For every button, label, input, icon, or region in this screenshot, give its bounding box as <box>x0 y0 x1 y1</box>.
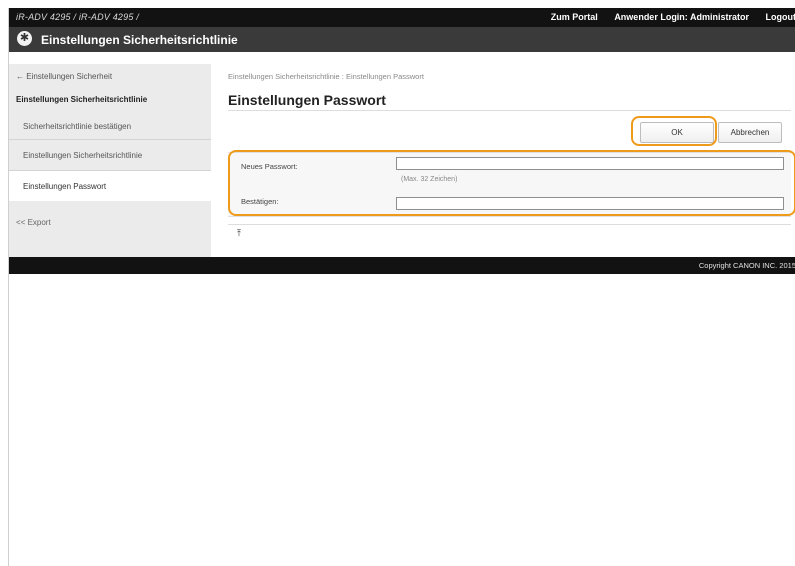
sidebar-item-confirm-policy[interactable]: Sicherheitsrichtlinie bestätigen <box>9 113 211 140</box>
sidebar-item-policy-settings[interactable]: Einstellungen Sicherheitsrichtlinie <box>9 140 211 171</box>
sidebar: ← Einstellungen Sicherheit Einstellungen… <box>9 64 211 257</box>
scroll-to-top-icon[interactable]: ⤒ <box>237 228 241 239</box>
page-title: Einstellungen Passwort <box>228 92 386 108</box>
top-bar: iR-ADV 4295 / iR-ADV 4295 / Zum Portal A… <box>9 8 795 27</box>
browser-page: iR-ADV 4295 / iR-ADV 4295 / Zum Portal A… <box>8 8 795 566</box>
sidebar-item-label: Einstellungen Passwort <box>23 182 107 191</box>
bottom-divider <box>228 224 791 225</box>
new-password-hint: (Max. 32 Zeichen) <box>401 176 458 183</box>
confirm-password-label: Bestätigen: <box>241 197 279 206</box>
top-links: Zum Portal Anwender Login: Administrator… <box>537 12 795 22</box>
canon-remote-ui-icon: ✱ <box>17 31 32 46</box>
sidebar-item-label: Einstellungen Sicherheitsrichtlinie <box>23 151 143 160</box>
ok-button[interactable]: OK <box>640 122 714 143</box>
sidebar-section-title: Einstellungen Sicherheitsrichtlinie <box>16 95 148 104</box>
title-divider <box>228 110 791 111</box>
new-password-field[interactable] <box>396 157 784 170</box>
copyright-text: Copyright CANON INC. 2015 <box>698 261 795 270</box>
footer: Copyright CANON INC. 2015 <box>9 257 795 274</box>
title-bar: ✱ Einstellungen Sicherheitsrichtlinie <box>9 27 795 52</box>
cancel-button[interactable]: Abbrechen <box>718 122 782 143</box>
new-password-label: Neues Passwort: <box>241 162 298 171</box>
device-name: iR-ADV 4295 / iR-ADV 4295 / <box>16 12 139 22</box>
confirm-password-field[interactable] <box>396 197 784 210</box>
sidebar-item-password-settings[interactable]: Einstellungen Passwort <box>9 171 211 201</box>
user-login-label: Anwender Login: Administrator <box>614 12 749 22</box>
portal-link[interactable]: Zum Portal <box>551 12 598 22</box>
sidebar-back-link[interactable]: ← Einstellungen Sicherheit <box>16 72 112 81</box>
sidebar-item-label: Sicherheitsrichtlinie bestätigen <box>23 122 132 131</box>
main-content: Einstellungen Sicherheitsrichtlinie : Ei… <box>211 64 795 257</box>
breadcrumb: Einstellungen Sicherheitsrichtlinie : Ei… <box>228 72 424 81</box>
sidebar-export-link[interactable]: << Export <box>16 218 51 227</box>
logout-link[interactable]: Logout <box>766 12 795 22</box>
page-header-title: Einstellungen Sicherheitsrichtlinie <box>41 33 238 47</box>
